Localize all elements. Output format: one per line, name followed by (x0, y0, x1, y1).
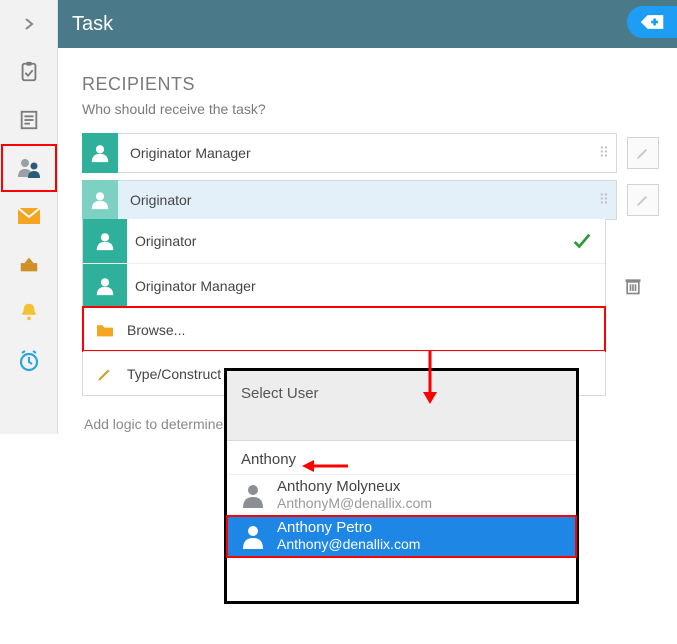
dropdown-item-browse[interactable]: Browse... (83, 307, 605, 351)
people-icon (16, 157, 42, 179)
recipient-row[interactable]: Originator Manager ⠿ (82, 131, 659, 175)
result-email: Anthony@denallix.com (277, 537, 420, 552)
person-icon (241, 523, 265, 549)
pencil-icon (635, 145, 651, 161)
delete-button[interactable] (617, 266, 649, 306)
sidebar (0, 0, 58, 434)
recipient-row[interactable]: Originator ⠿ (82, 178, 659, 222)
add-tag-icon (639, 12, 665, 32)
recipient-label: Originator Manager (130, 145, 251, 161)
edit-button[interactable] (627, 137, 659, 169)
edit-icon (83, 365, 127, 383)
pencil-icon (635, 192, 651, 208)
sidebar-item-forms[interactable] (1, 96, 57, 144)
person-icon (241, 482, 265, 508)
sidebar-item-email[interactable] (1, 192, 57, 240)
dropdown-item-label: Browse... (127, 322, 185, 338)
dialog-header: Select User (227, 371, 576, 441)
panel-header: Task (58, 0, 677, 48)
dialog-search (227, 441, 576, 475)
sidebar-item-schedule[interactable] (1, 336, 57, 384)
person-icon (94, 230, 116, 252)
dropdown-item-label: Originator Manager (135, 278, 256, 294)
clock-icon (17, 348, 41, 372)
dropdown-item-originator[interactable]: Originator (83, 219, 605, 263)
outbox-icon (18, 253, 40, 275)
drag-handle-icon[interactable]: ⠿ (599, 145, 608, 162)
drag-handle-icon[interactable]: ⠿ (599, 192, 608, 209)
collapse-toggle[interactable] (1, 0, 57, 48)
bell-icon (18, 301, 40, 323)
select-user-dialog: Select User Anthony Molyneux AnthonyM@de… (224, 368, 579, 604)
user-result[interactable]: Anthony Molyneux AnthonyM@denallix.com (227, 475, 576, 516)
dialog-footer (227, 557, 576, 601)
user-avatar (83, 264, 127, 308)
recipient-label-cell: Originator ⠿ (118, 180, 617, 220)
person-icon (89, 142, 111, 164)
mail-icon (17, 207, 41, 225)
search-results: Anthony Molyneux AnthonyM@denallix.com A… (227, 475, 576, 557)
add-button[interactable] (627, 6, 677, 38)
recipients-section: RECIPIENTS Who should receive the task? … (58, 48, 677, 225)
sidebar-item-tasks[interactable] (1, 48, 57, 96)
document-icon (18, 109, 40, 131)
edit-button[interactable] (627, 184, 659, 216)
result-name: Anthony Petro (277, 520, 420, 537)
check-icon (571, 230, 593, 252)
result-avatar (237, 520, 269, 552)
trash-icon (623, 275, 643, 297)
result-email: AnthonyM@denallix.com (277, 496, 432, 511)
section-subtext: Who should receive the task? (82, 101, 659, 117)
user-search-input[interactable] (241, 451, 562, 468)
sidebar-item-reminders[interactable] (1, 288, 57, 336)
panel-title: Task (72, 13, 113, 36)
section-heading: RECIPIENTS (82, 74, 659, 95)
folder-icon (83, 322, 127, 338)
chevron-right-icon (22, 17, 36, 31)
sidebar-item-recipients[interactable] (1, 144, 57, 192)
recipient-list: Originator Manager ⠿ Originator ⠿ (82, 131, 659, 222)
dropdown-item-label: Originator (135, 233, 196, 249)
user-avatar (83, 219, 127, 263)
sidebar-item-outbox[interactable] (1, 240, 57, 288)
person-icon (94, 275, 116, 297)
user-result[interactable]: Anthony Petro Anthony@denallix.com (227, 516, 576, 557)
recipient-label: Originator (130, 192, 191, 208)
recipient-label-cell: Originator Manager ⠿ (118, 133, 617, 173)
user-avatar (82, 133, 118, 173)
result-name: Anthony Molyneux (277, 479, 432, 496)
person-icon (89, 189, 111, 211)
user-avatar (82, 180, 118, 220)
dialog-title: Select User (241, 385, 319, 402)
clipboard-check-icon (18, 61, 40, 83)
result-avatar (237, 479, 269, 511)
logic-hint: Add logic to determine (84, 416, 223, 432)
dropdown-item-originator-manager[interactable]: Originator Manager (83, 263, 605, 307)
